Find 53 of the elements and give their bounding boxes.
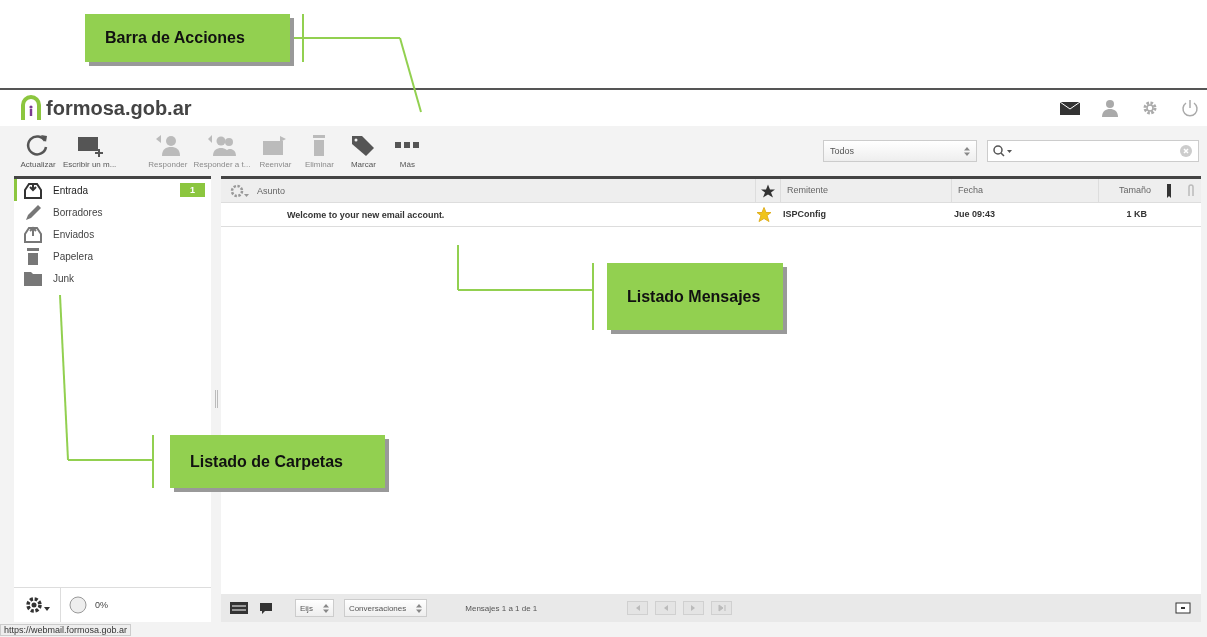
folder-item[interactable]: Papelera xyxy=(14,245,211,267)
status-url: https://webmail.formosa.gob.ar xyxy=(0,623,132,636)
folder-item[interactable]: Borradores xyxy=(14,201,211,223)
message-date: Jue 09:43 xyxy=(953,208,997,221)
message-sender: ISPConfig xyxy=(782,208,827,221)
inbox-icon xyxy=(23,181,43,199)
spinner-arrows-icon xyxy=(322,603,329,613)
settings-icon[interactable] xyxy=(24,595,52,615)
column-header[interactable]: Remitente xyxy=(780,179,951,202)
folder-name: Papelera xyxy=(53,250,94,262)
column-header[interactable]: Tamaño xyxy=(1098,179,1157,202)
folder-icon xyxy=(23,269,43,287)
message-subject: Welcome to your new email account. xyxy=(286,209,446,220)
unread-count: 1 xyxy=(180,183,205,197)
threads-select[interactable]: Eijs xyxy=(295,599,334,617)
filter-select[interactable]: Todos xyxy=(823,140,977,162)
quota-text: 0% xyxy=(95,600,108,610)
folder-name: Borradores xyxy=(53,206,103,218)
folder-item[interactable]: Junk xyxy=(14,267,211,289)
pager-drawing[interactable] xyxy=(627,601,734,615)
logo-text: formosa.gob.ar xyxy=(46,96,192,120)
folder-item[interactable]: Enviados xyxy=(14,223,211,245)
folder-item[interactable]: Entrada 1 xyxy=(14,179,211,201)
message-count: Mensajes 1 a 1 de 1 xyxy=(465,603,538,613)
spinner-arrows-icon xyxy=(964,146,970,156)
quota-icon xyxy=(69,596,87,614)
outbox-icon xyxy=(23,225,43,243)
message-size: 1 KB xyxy=(1125,208,1148,221)
people-arrow-icon xyxy=(206,133,237,157)
list-options-icon[interactable] xyxy=(229,182,251,199)
column-header[interactable]: Asunto xyxy=(251,185,755,196)
folder-name: Junk xyxy=(53,272,75,284)
spinner-arrows-icon xyxy=(416,603,423,613)
pencil-icon xyxy=(23,203,43,221)
person-icon[interactable] xyxy=(1099,98,1121,118)
refresh-button[interactable]: Actualizar xyxy=(16,133,60,169)
view-select[interactable]: Conversaciones xyxy=(343,599,428,617)
column-header[interactable]: Fecha xyxy=(951,179,1098,202)
search-field[interactable] xyxy=(987,140,1199,162)
compose-button[interactable]: Escribir un m... xyxy=(60,133,120,169)
clear-icon[interactable] xyxy=(1180,145,1192,157)
dots-icon xyxy=(395,142,420,148)
layout-icon[interactable] xyxy=(229,601,249,615)
more-button[interactable]: Más xyxy=(385,133,430,169)
search-icon xyxy=(992,144,1014,158)
preview-toggle-icon[interactable] xyxy=(1175,601,1191,615)
logo-icon xyxy=(18,95,44,121)
tag-button[interactable]: Marcar xyxy=(341,133,386,169)
folder-name: Entrada xyxy=(53,184,89,196)
folder-name: Enviados xyxy=(53,228,95,240)
message-row[interactable]: Welcome to your new email account. ISPConfig Jue 09:43 1 KB xyxy=(221,203,1201,227)
speech-bubble-icon[interactable] xyxy=(259,601,273,615)
power-icon[interactable] xyxy=(1179,98,1201,118)
